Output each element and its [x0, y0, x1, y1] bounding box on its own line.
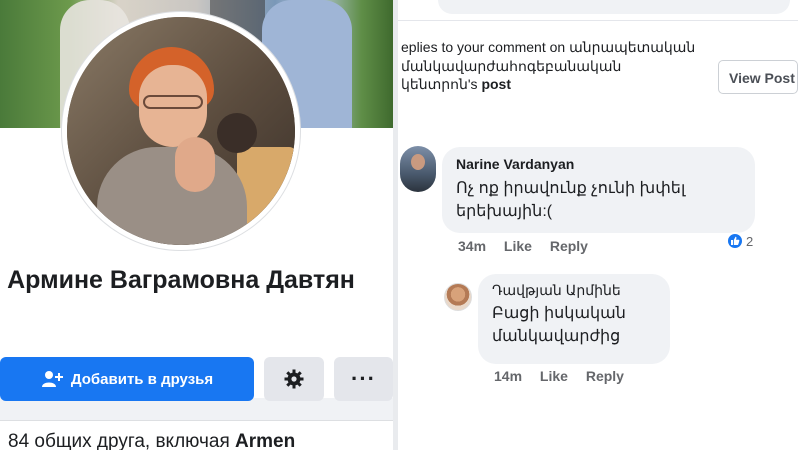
comment-reactions[interactable]: 2	[726, 231, 753, 251]
mutual-friend-name[interactable]: Armen	[235, 431, 295, 450]
comment-text: Ոչ ոք իրավունք չունի խփել երեխային:(	[456, 180, 686, 220]
comment-text: Բացի իսկական մանկավարժից	[492, 305, 626, 345]
notification-suffix: 's	[467, 76, 482, 92]
thumbs-up-icon	[726, 232, 744, 250]
notification-text: eplies to your comment on անրապետական մա…	[401, 38, 701, 94]
reaction-count: 2	[746, 233, 754, 249]
comment-author[interactable]: Narine Vardanyan	[456, 154, 741, 174]
profile-name: Армине Ваграмовна Давтян	[7, 266, 355, 294]
notification-prefix: eplies to your comment on	[401, 39, 570, 55]
view-post-button[interactable]: View Post	[718, 60, 798, 94]
avatar-background-person	[217, 113, 257, 153]
comment-author[interactable]: Դավթյան Արմինե	[492, 280, 656, 300]
previous-comment-bubble	[438, 0, 790, 14]
comment-time[interactable]: 14m	[494, 368, 522, 384]
mutual-friends-count: 84 общих друга, включая	[8, 431, 236, 450]
like-link[interactable]: Like	[540, 368, 568, 384]
mutual-friends-text: 84 общих друга, включая Armen	[8, 431, 295, 450]
like-link[interactable]: Like	[504, 238, 532, 254]
more-button[interactable]: ···	[334, 357, 393, 401]
comment-bubble: Narine Vardanyan Ոչ ոք իրավունք չունի խփ…	[442, 147, 755, 233]
add-friend-label: Добавить в друзья	[70, 370, 214, 388]
reply-link[interactable]: Reply	[550, 238, 588, 254]
commenter-avatar[interactable]	[400, 146, 436, 192]
commenter-avatar[interactable]	[444, 283, 472, 311]
avatar-glasses	[143, 95, 203, 109]
comment-bubble: Դավթյան Արմինե Բացի իսկական մանկավարժից	[478, 274, 670, 364]
add-friend-icon	[41, 371, 63, 387]
add-friend-button[interactable]: Добавить в друзья	[0, 357, 254, 401]
avatar-body	[97, 147, 247, 245]
comment-actions: 34m Like Reply	[458, 238, 602, 254]
separator	[398, 20, 798, 21]
profile-panel: Армине Ваграмовна Давтян Добавить в друз…	[0, 0, 393, 450]
comments-panel: eplies to your comment on անրապետական մա…	[398, 0, 798, 450]
avatar-hands	[175, 137, 215, 192]
comment-actions: 14m Like Reply	[494, 368, 638, 384]
post-link[interactable]: post	[481, 76, 511, 92]
profile-avatar[interactable]	[62, 12, 300, 250]
settings-button[interactable]	[264, 357, 324, 401]
reply-link[interactable]: Reply	[586, 368, 624, 384]
comment-time[interactable]: 34m	[458, 238, 486, 254]
mutual-friends-box[interactable]: 84 общих друга, включая Armen	[0, 420, 393, 450]
gear-icon	[284, 369, 304, 389]
